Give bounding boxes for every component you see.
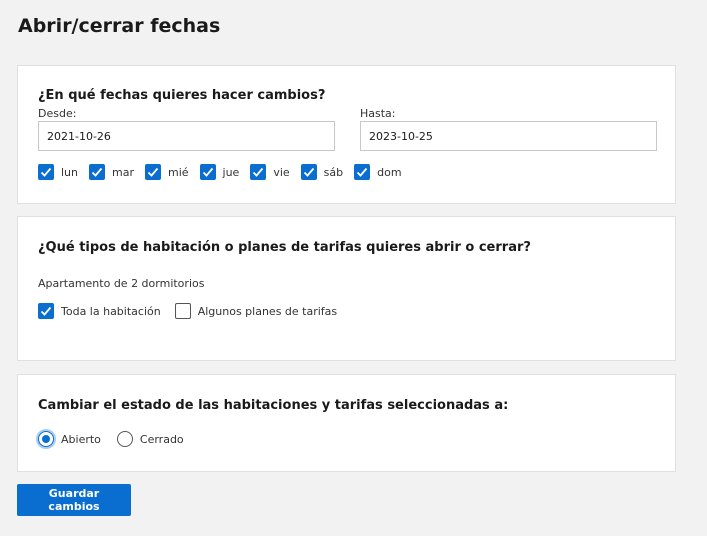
status-question: Cambiar el estado de las habitaciones y … — [38, 398, 509, 413]
checkbox-label: dom — [377, 165, 402, 179]
status-radio-group: Abierto Cerrado — [38, 431, 200, 447]
radio-unselected-icon — [116, 431, 133, 447]
checkbox-label: mar — [112, 165, 134, 179]
checkbox-label: Toda la habitación — [61, 304, 161, 318]
checkbox-some-rate-plans[interactable]: Algunos planes de tarifas — [174, 303, 338, 319]
checkbox-label: mié — [167, 165, 189, 179]
checkbox-jue[interactable]: jue — [199, 164, 240, 180]
radio-selected-icon — [38, 431, 54, 447]
radio-label: Cerrado — [139, 432, 184, 446]
to-date-input[interactable] — [360, 121, 657, 151]
page-title: Abrir/cerrar fechas — [18, 15, 221, 37]
rooms-card: ¿Qué tipos de habitación o planes de tar… — [17, 216, 676, 361]
checkbox-label: sáb — [323, 165, 344, 179]
checkbox-checked-icon — [89, 164, 105, 180]
checkbox-label: Algunos planes de tarifas — [197, 304, 338, 318]
checkbox-checked-icon — [38, 303, 54, 319]
checkbox-sab[interactable]: sáb — [300, 164, 344, 180]
to-date-label: Hasta: — [360, 107, 396, 120]
dates-card: ¿En qué fechas quieres hacer cambios? De… — [17, 65, 676, 204]
from-date-label: Desde: — [38, 107, 77, 120]
radio-closed[interactable]: Cerrado — [116, 431, 184, 447]
radio-open[interactable]: Abierto — [38, 431, 101, 447]
checkbox-lun[interactable]: lun — [38, 164, 78, 180]
dates-question: ¿En qué fechas quieres hacer cambios? — [38, 88, 326, 103]
rooms-question: ¿Qué tipos de habitación o planes de tar… — [38, 240, 531, 255]
room-options: Toda la habitación Algunos planes de tar… — [38, 303, 348, 319]
checkbox-checked-icon — [354, 164, 371, 180]
status-card: Cambiar el estado de las habitaciones y … — [17, 374, 676, 472]
checkbox-mar[interactable]: mar — [89, 164, 134, 180]
save-changes-button[interactable]: Guardar cambios — [17, 484, 131, 516]
room-name: Apartamento de 2 dormitorios — [38, 277, 205, 290]
weekday-checkboxes: lun mar mié jue vie sáb dom — [38, 164, 413, 180]
from-date-input[interactable] — [38, 121, 335, 151]
checkbox-dom[interactable]: dom — [354, 164, 402, 180]
checkbox-checked-icon — [300, 164, 317, 180]
checkbox-whole-room[interactable]: Toda la habitación — [38, 303, 161, 319]
checkbox-label: jue — [222, 165, 240, 179]
radio-label: Abierto — [61, 432, 101, 446]
checkbox-label: vie — [273, 165, 290, 179]
checkbox-checked-icon — [38, 164, 54, 180]
checkbox-checked-icon — [144, 164, 161, 180]
checkbox-checked-icon — [250, 164, 267, 180]
checkbox-vie[interactable]: vie — [250, 164, 290, 180]
checkbox-checked-icon — [199, 164, 216, 180]
checkbox-mie[interactable]: mié — [144, 164, 189, 180]
checkbox-label: lun — [61, 165, 78, 179]
checkbox-unchecked-icon — [174, 303, 191, 319]
